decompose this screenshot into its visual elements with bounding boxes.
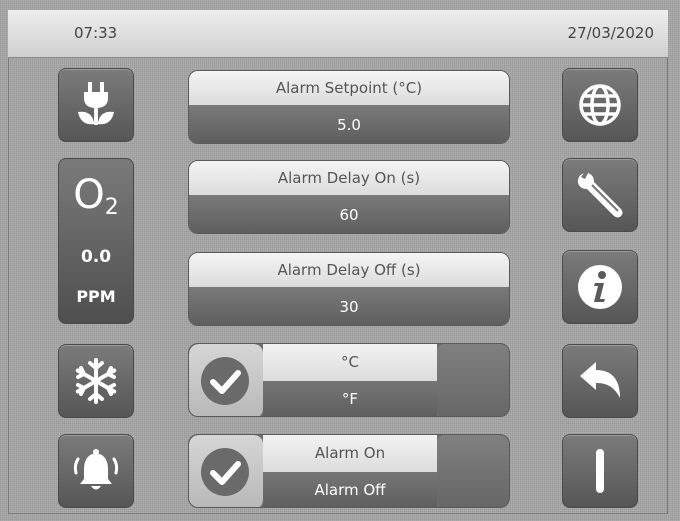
alarm-button[interactable] [58,434,134,508]
unit-option-celsius[interactable]: °C [263,344,437,381]
temperature-unit-toggle[interactable]: °C °F [188,343,510,417]
alarm-delay-on-field[interactable]: Alarm Delay On (s) 60 [188,160,510,234]
oxygen-reading-panel[interactable]: O2 0.0 PPM [58,158,134,324]
checkmark-icon [201,448,249,496]
alarm-delay-off-label: Alarm Delay Off (s) [189,253,509,287]
o2-symbol: O2 [73,172,119,220]
eco-power-button[interactable] [58,68,134,142]
plug-leaf-icon [78,82,114,125]
globe-icon [579,84,621,126]
o2-unit: PPM [76,287,116,306]
o2-value: 0.0 [80,247,112,267]
service-settings-button[interactable] [562,158,638,232]
toggle-slider[interactable] [437,435,509,507]
alarm-delay-on-label: Alarm Delay On (s) [189,161,509,195]
alarm-delay-off-field[interactable]: Alarm Delay Off (s) 30 [188,252,510,326]
defrost-button[interactable] [58,344,134,418]
info-button[interactable] [562,250,638,324]
alarm-option-on[interactable]: Alarm On [263,435,437,472]
wrench-icon [577,173,623,218]
alarm-setpoint-value[interactable]: 5.0 [189,105,509,143]
status-bar: 07:33 27/03/2020 [8,10,668,58]
language-button[interactable] [562,68,638,142]
alarm-delay-on-value[interactable]: 60 [189,195,509,233]
unit-option-fahrenheit[interactable]: °F [263,381,437,416]
back-button[interactable] [562,344,638,418]
alarm-setpoint-label: Alarm Setpoint (°C) [189,71,509,105]
alarm-delay-off-value[interactable]: 30 [189,287,509,325]
clock-time: 07:33 [74,24,118,42]
checkmark-icon [201,357,249,405]
alarm-confirm-button[interactable] [189,435,264,507]
toggle-slider[interactable] [437,344,509,416]
unit-confirm-button[interactable] [189,344,264,416]
power-bar-icon [596,449,604,493]
current-date: 27/03/2020 [567,24,654,42]
power-button[interactable] [562,434,638,508]
alarm-setpoint-field[interactable]: Alarm Setpoint (°C) 5.0 [188,70,510,144]
info-icon [578,265,622,309]
back-arrow-icon [580,362,620,398]
snowflake-icon [75,358,117,404]
bell-icon [73,449,119,490]
alarm-enable-toggle[interactable]: Alarm On Alarm Off [188,434,510,508]
alarm-option-off[interactable]: Alarm Off [263,472,437,507]
